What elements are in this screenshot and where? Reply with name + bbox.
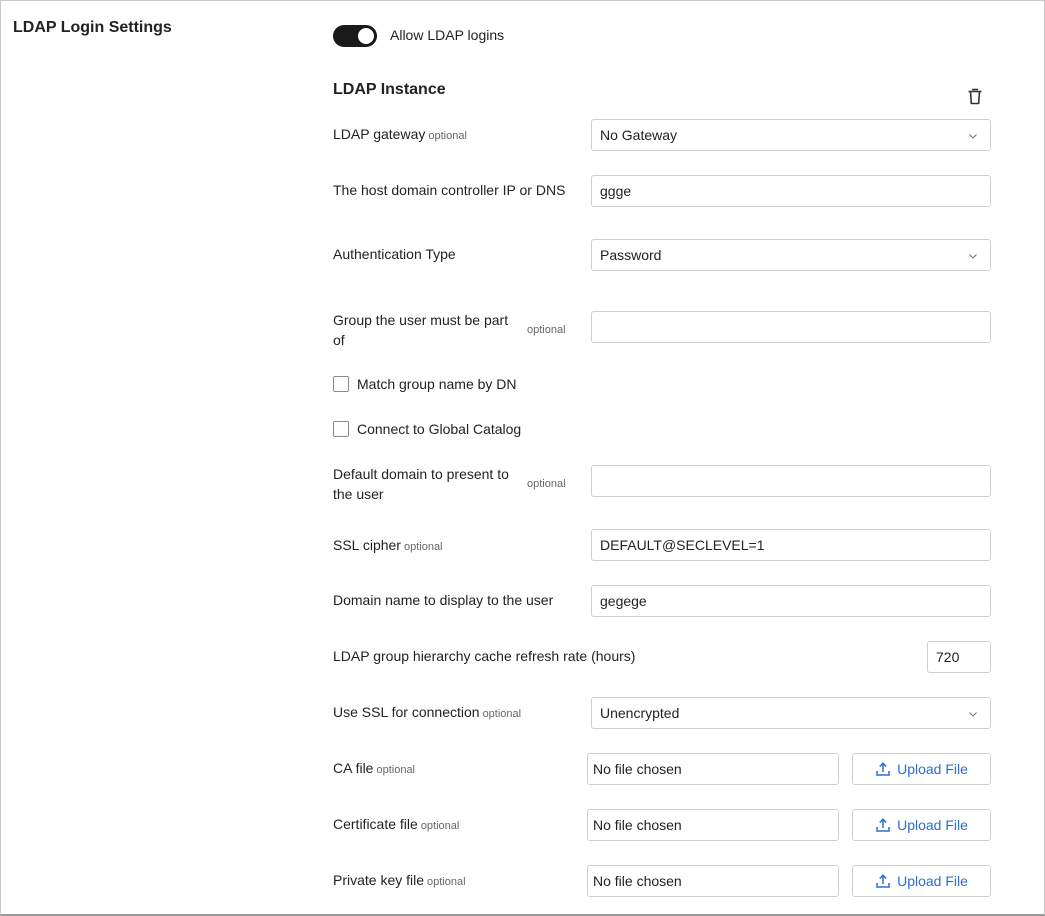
optional-tag: optional <box>403 541 443 553</box>
optional-tag: optional <box>482 708 522 720</box>
gateway-label: LDAP gateway optional <box>333 126 467 142</box>
cache-refresh-input[interactable] <box>927 641 991 673</box>
optional-tag: optional <box>428 130 467 142</box>
toggle-knob <box>358 28 374 44</box>
ssl-cipher-input[interactable] <box>591 529 991 561</box>
allow-ldap-toggle[interactable] <box>333 25 377 47</box>
chevron-down-icon <box>969 254 977 259</box>
host-label: The host domain controller IP or DNS <box>333 182 566 198</box>
chevron-down-icon <box>969 134 977 139</box>
group-input[interactable] <box>591 311 991 343</box>
gateway-select[interactable]: No Gateway <box>591 119 991 151</box>
instance-title: LDAP Instance <box>333 81 446 98</box>
global-catalog-checkbox[interactable] <box>333 421 349 437</box>
upload-icon <box>876 762 890 776</box>
global-catalog-label: Connect to Global Catalog <box>357 421 522 437</box>
optional-tag: optional <box>427 876 466 888</box>
cert-file-label: Certificate file optional <box>333 816 460 832</box>
auth-type-label: Authentication Type <box>333 246 456 262</box>
group-label: Group the user must be part of <box>333 312 509 348</box>
ca-upload-button[interactable]: Upload File <box>852 753 991 785</box>
key-file-display: No file chosen <box>587 865 839 897</box>
default-domain-input[interactable] <box>591 465 991 497</box>
optional-tag: optional <box>527 478 566 490</box>
cache-refresh-label: LDAP group hierarchy cache refresh rate … <box>333 648 636 664</box>
chevron-down-icon <box>969 712 977 717</box>
domain-display-input[interactable] <box>591 585 991 617</box>
key-upload-button[interactable]: Upload File <box>852 865 991 897</box>
ca-file-label: CA file optional <box>333 760 416 776</box>
host-input[interactable] <box>591 175 991 207</box>
use-ssl-label: Use SSL for connection optional <box>333 704 522 720</box>
allow-ldap-label: Allow LDAP logins <box>390 27 505 43</box>
match-group-label: Match group name by DN <box>357 376 517 392</box>
upload-icon <box>876 874 890 888</box>
section-title: LDAP Login Settings <box>13 19 172 36</box>
key-file-label: Private key file optional <box>333 872 466 888</box>
match-group-checkbox[interactable] <box>333 376 349 392</box>
upload-icon <box>876 818 890 832</box>
use-ssl-select[interactable]: Unencrypted <box>591 697 991 729</box>
optional-tag: optional <box>527 324 566 336</box>
cert-upload-button[interactable]: Upload File <box>852 809 991 841</box>
optional-tag: optional <box>376 764 416 776</box>
trash-icon[interactable] <box>964 85 986 107</box>
domain-display-label: Domain name to display to the user <box>333 592 554 608</box>
cert-file-display: No file chosen <box>587 809 839 841</box>
ca-file-display: No file chosen <box>587 753 839 785</box>
optional-tag: optional <box>420 820 460 832</box>
default-domain-label: Default domain to present to the user <box>333 466 509 502</box>
ssl-cipher-label: SSL cipher optional <box>333 537 443 553</box>
auth-type-select[interactable]: Password <box>591 239 991 271</box>
